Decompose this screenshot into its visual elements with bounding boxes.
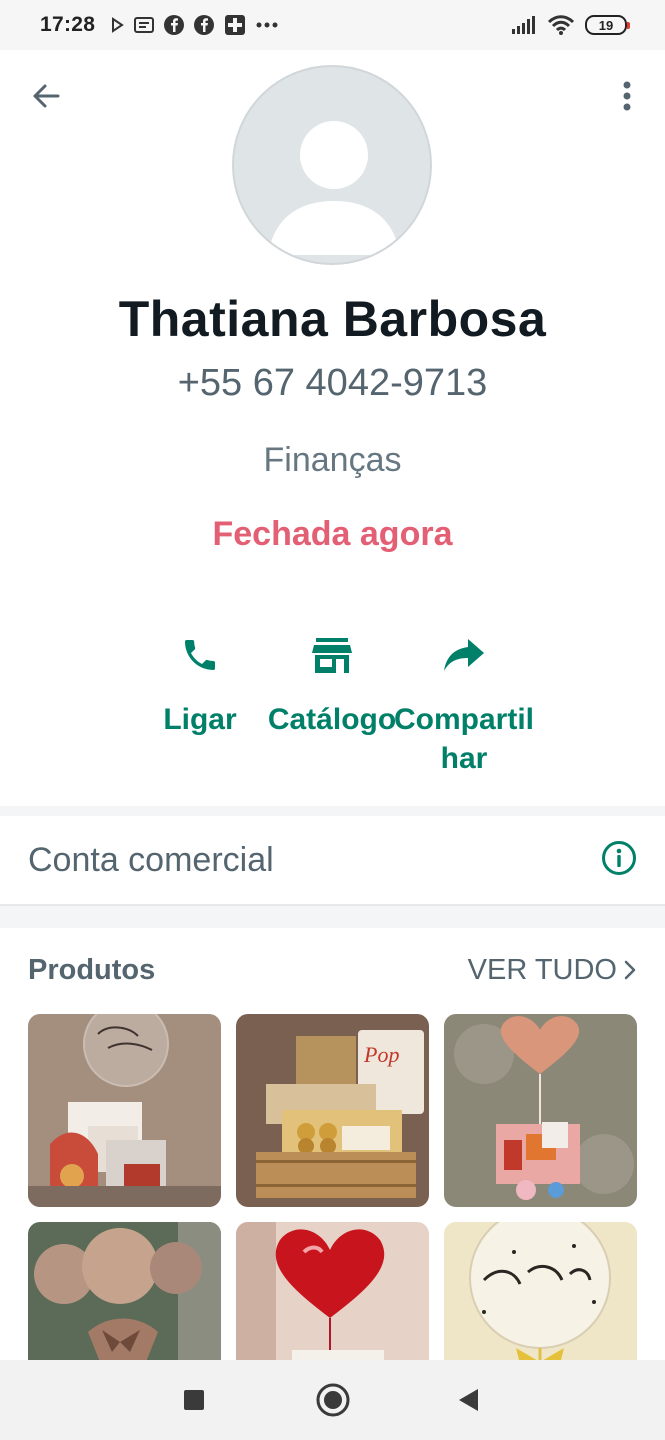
catalog-button[interactable]: Catálogo	[262, 630, 402, 739]
svg-text:Pop: Pop	[363, 1042, 399, 1067]
play-icon	[112, 17, 125, 33]
business-account-row[interactable]: Conta comercial	[0, 816, 665, 904]
recent-apps-button[interactable]	[172, 1378, 216, 1422]
contact-name: Thatiana Barbosa	[118, 291, 547, 347]
storefront-icon	[312, 638, 352, 673]
more-vertical-icon	[623, 81, 631, 111]
contact-info-screen: 17:28 19 Thatiana Barbosa +55 67 4042-97…	[0, 0, 665, 1440]
products-title: Produtos	[28, 953, 156, 986]
status-bar: 17:28 19	[0, 0, 665, 50]
info-button[interactable]	[601, 840, 637, 881]
system-back-button[interactable]	[446, 1378, 490, 1422]
business-category: Finanças	[263, 441, 402, 479]
call-button[interactable]: Ligar	[130, 630, 270, 739]
battery-level: 19	[598, 17, 614, 33]
chevron-right-icon	[624, 960, 636, 980]
see-all-label: VER TUDO	[467, 953, 617, 986]
business-hours-status: Fechada agora	[212, 515, 453, 553]
business-account-label: Conta comercial	[28, 840, 274, 879]
app-badge-icon	[225, 15, 246, 35]
contact-phone: +55 67 4042-9713	[177, 362, 488, 404]
product-image	[28, 1014, 221, 1207]
facebook-icon	[194, 15, 215, 35]
product-image	[444, 1014, 637, 1207]
facebook-icon	[164, 15, 185, 35]
product-thumbnail[interactable]: Pop	[236, 1014, 429, 1207]
product-image: Pop	[236, 1014, 429, 1207]
arrow-left-icon	[33, 84, 60, 108]
section-divider	[0, 806, 665, 816]
section-divider	[0, 904, 665, 928]
call-label: Ligar	[163, 703, 237, 736]
share-button[interactable]: Compartilhar	[394, 630, 534, 778]
wifi-icon	[547, 15, 575, 35]
message-icon	[134, 17, 155, 33]
info-icon	[602, 840, 636, 875]
system-navigation-bar	[0, 1360, 665, 1440]
more-options-button[interactable]	[603, 72, 651, 120]
default-avatar-icon	[268, 121, 400, 255]
more-notifications-icon	[256, 22, 278, 28]
product-thumbnail[interactable]	[28, 1014, 221, 1207]
status-time: 17:28	[40, 13, 96, 36]
phone-icon	[185, 640, 215, 670]
home-circle-icon	[316, 1383, 350, 1417]
home-button[interactable]	[311, 1378, 355, 1422]
avatar[interactable]	[232, 65, 432, 265]
products-header: Produtos VER TUDO	[0, 930, 665, 1010]
signal-icon	[512, 16, 535, 34]
catalog-label: Catálogo	[267, 703, 397, 736]
product-thumbnail[interactable]	[444, 1014, 637, 1207]
battery-indicator: 19	[585, 15, 630, 35]
square-icon	[184, 1390, 204, 1410]
notification-icons	[109, 13, 279, 37]
system-icons: 19	[511, 14, 630, 36]
see-all-link[interactable]: VER TUDO	[468, 954, 637, 987]
share-label: Compartilhar	[394, 703, 535, 775]
triangle-back-icon	[459, 1389, 478, 1411]
back-button[interactable]	[22, 72, 70, 120]
share-icon	[444, 639, 484, 671]
